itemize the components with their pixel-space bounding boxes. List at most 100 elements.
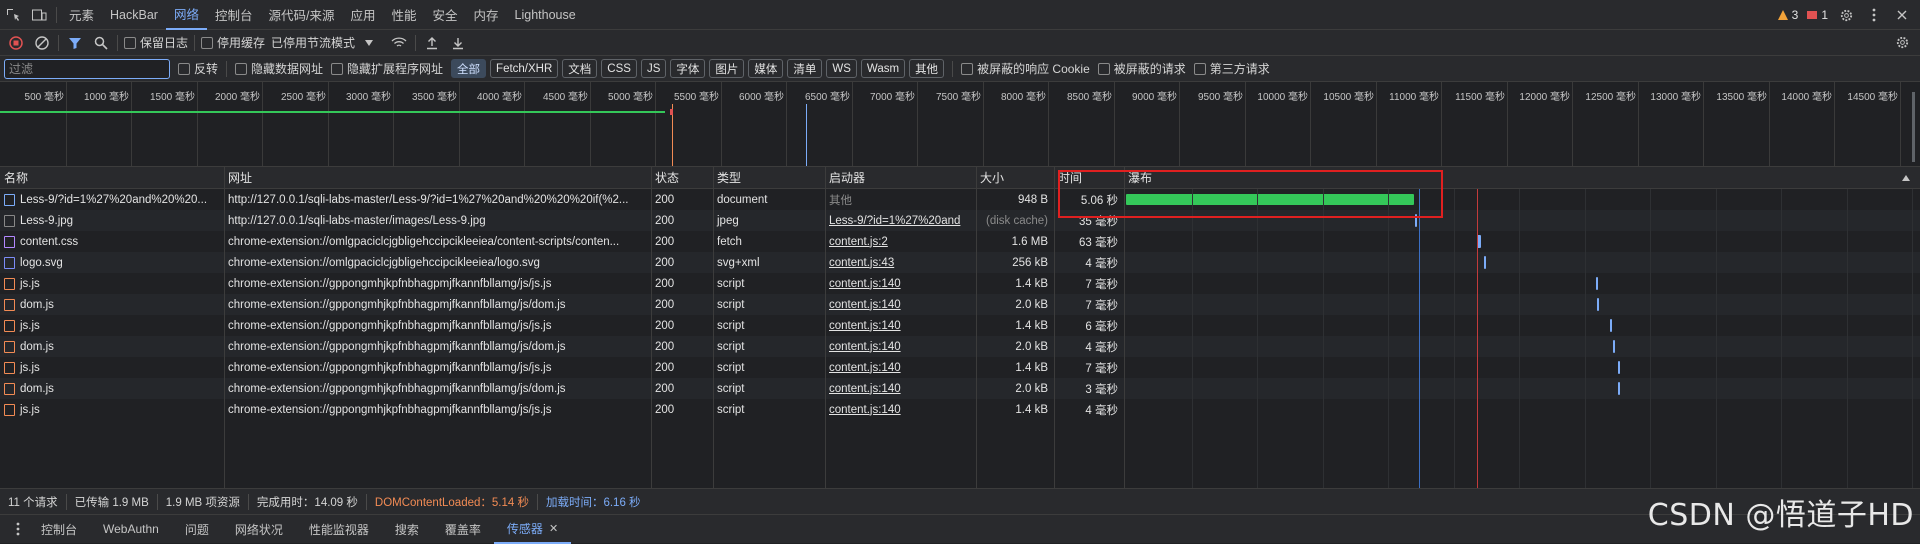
export-har-button[interactable]	[448, 33, 468, 53]
tab-0[interactable]: 元素	[61, 0, 102, 30]
cell-name[interactable]: js.js	[0, 399, 224, 420]
invert-checkbox[interactable]: 反转	[178, 60, 218, 77]
table-row[interactable]: js.js chrome-extension://gppongmhjkpfnbha…	[0, 399, 1920, 420]
cell-name[interactable]: Less-9/?id=1%27%20and%20%20...	[0, 189, 224, 210]
cell-initiator[interactable]: content.js:140	[825, 336, 976, 357]
cell-initiator[interactable]: content.js:140	[825, 294, 976, 315]
column-header-status[interactable]: 状态	[651, 167, 713, 189]
cell-initiator[interactable]: content.js:140	[825, 273, 976, 294]
cell-initiator[interactable]: content.js:2	[825, 231, 976, 252]
type-filter-chip[interactable]: 媒体	[748, 59, 784, 78]
column-header-name[interactable]: 名称	[0, 167, 224, 189]
type-filter-chip[interactable]: 全部	[451, 59, 487, 78]
inspect-element-icon[interactable]	[0, 0, 26, 30]
table-row[interactable]: js.js chrome-extension://gppongmhjkpfnbha…	[0, 315, 1920, 336]
cell-name[interactable]: dom.js	[0, 294, 224, 315]
tab-5[interactable]: 应用	[342, 0, 383, 30]
table-row[interactable]: js.js chrome-extension://gppongmhjkpfnbha…	[0, 357, 1920, 378]
table-row[interactable]: Less-9/?id=1%27%20and%20%20... http://127…	[0, 189, 1920, 210]
cell-name[interactable]: js.js	[0, 273, 224, 294]
type-filter-chip[interactable]: Fetch/XHR	[490, 59, 559, 78]
hide-extension-urls-checkbox[interactable]: 隐藏扩展程序网址	[331, 60, 443, 77]
column-header-initiator[interactable]: 启动器	[825, 167, 976, 189]
tab-6[interactable]: 性能	[383, 0, 424, 30]
table-row[interactable]: dom.js chrome-extension://gppongmhjkpfnbh…	[0, 294, 1920, 315]
cell-name[interactable]: dom.js	[0, 378, 224, 399]
type-filter-chip[interactable]: CSS	[601, 59, 637, 78]
tab-4[interactable]: 源代码/来源	[260, 0, 342, 30]
cell-name[interactable]: content.css	[0, 231, 224, 252]
type-filter-chip[interactable]: WS	[826, 59, 857, 78]
drawer-tab-7[interactable]: 传感器 ✕	[493, 515, 572, 544]
drawer-tab-1[interactable]: WebAuthn	[90, 515, 172, 544]
drawer-tab-0[interactable]: 控制台	[28, 515, 90, 544]
drawer-tab-4[interactable]: 性能监视器	[296, 515, 382, 544]
tab-3[interactable]: 控制台	[207, 0, 261, 30]
table-row[interactable]: js.js chrome-extension://gppongmhjkpfnbha…	[0, 273, 1920, 294]
drawer-more-tabs-button[interactable]	[8, 519, 28, 539]
table-row[interactable]: dom.js chrome-extension://gppongmhjkpfnbh…	[0, 378, 1920, 399]
blocked-requests-checkbox[interactable]: 被屏蔽的请求	[1097, 60, 1186, 77]
disable-cache-checkbox[interactable]: 停用缓存	[201, 34, 265, 51]
type-filter-chip[interactable]: 字体	[670, 59, 706, 78]
cell-name[interactable]: dom.js	[0, 336, 224, 357]
clear-button[interactable]	[32, 33, 52, 53]
cell-initiator[interactable]: content.js:140	[825, 378, 976, 399]
column-header-type[interactable]: 类型	[713, 167, 825, 189]
close-icon[interactable]: ✕	[549, 522, 558, 535]
import-har-button[interactable]	[422, 33, 442, 53]
hide-data-urls-checkbox[interactable]: 隐藏数据网址	[235, 60, 323, 77]
timeline-overview[interactable]: 500 毫秒 1000 毫秒 1500 毫秒 2000 毫秒 2500 毫秒 3000 毫…	[0, 82, 1920, 167]
filter-input[interactable]	[4, 58, 170, 79]
throttle-select[interactable]: 已停用节流模式	[271, 34, 374, 51]
filter-toggle-button[interactable]	[65, 33, 85, 53]
tab-9[interactable]: Lighthouse	[507, 0, 584, 30]
blocked-cookies-checkbox[interactable]: 被屏蔽的响应 Cookie	[961, 60, 1090, 77]
table-row[interactable]: content.css chrome-extension://omlgpacicl…	[0, 231, 1920, 252]
cell-name[interactable]: js.js	[0, 315, 224, 336]
type-filter-chip[interactable]: 其他	[909, 59, 945, 78]
checkbox-box[interactable]	[124, 36, 136, 49]
record-stop-button[interactable]	[6, 33, 26, 53]
drawer-tab-6[interactable]: 覆盖率	[432, 515, 494, 544]
search-button[interactable]	[91, 33, 111, 53]
table-row[interactable]: logo.svg chrome-extension://omlgpaciclcjg…	[0, 252, 1920, 273]
table-row[interactable]: Less-9.jpg http://127.0.0.1/sqli-labs-mas…	[0, 210, 1920, 231]
more-options-icon[interactable]	[1864, 5, 1884, 25]
network-settings-button[interactable]	[1892, 33, 1912, 53]
checkbox-box[interactable]	[235, 62, 248, 75]
device-toolbar-icon[interactable]	[26, 0, 52, 30]
checkbox-box[interactable]	[961, 62, 974, 75]
errors-badge[interactable]: 1	[1806, 8, 1828, 22]
cell-initiator[interactable]: content.js:43	[825, 252, 976, 273]
cell-name[interactable]: Less-9.jpg	[0, 210, 224, 231]
checkbox-box[interactable]	[1097, 62, 1110, 75]
checkbox-box[interactable]	[178, 62, 190, 75]
cell-initiator[interactable]: content.js:140	[825, 315, 976, 336]
type-filter-chip[interactable]: JS	[640, 59, 667, 78]
close-devtools-icon[interactable]	[1892, 5, 1912, 25]
table-row[interactable]: dom.js chrome-extension://gppongmhjkpfnbh…	[0, 336, 1920, 357]
tab-7[interactable]: 安全	[425, 0, 466, 30]
type-filter-chip[interactable]: Wasm	[860, 59, 906, 78]
cell-name[interactable]: logo.svg	[0, 252, 224, 273]
warnings-badge[interactable]: 3	[1777, 8, 1798, 22]
tab-2[interactable]: 网络	[165, 0, 207, 30]
column-header-size[interactable]: 大小	[976, 167, 1054, 189]
settings-gear-icon[interactable]	[1836, 5, 1856, 25]
drawer-tab-5[interactable]: 搜索	[382, 515, 432, 544]
cell-initiator[interactable]: content.js:140	[825, 399, 976, 420]
type-filter-chip[interactable]: 图片	[709, 59, 745, 78]
third-party-checkbox[interactable]: 第三方请求	[1193, 60, 1270, 77]
drawer-tab-2[interactable]: 问题	[172, 515, 222, 544]
network-conditions-button[interactable]	[389, 33, 409, 53]
cell-initiator[interactable]: Less-9/?id=1%27%20and	[825, 210, 976, 231]
checkbox-box[interactable]	[201, 36, 214, 49]
tab-8[interactable]: 内存	[466, 0, 507, 30]
column-header-url[interactable]: 网址	[224, 167, 651, 189]
cell-name[interactable]: js.js	[0, 357, 224, 378]
preserve-log-checkbox[interactable]: 保留日志	[124, 34, 188, 51]
drawer-tab-3[interactable]: 网络状况	[222, 515, 296, 544]
checkbox-box[interactable]	[331, 62, 344, 75]
type-filter-chip[interactable]: 清单	[787, 59, 823, 78]
